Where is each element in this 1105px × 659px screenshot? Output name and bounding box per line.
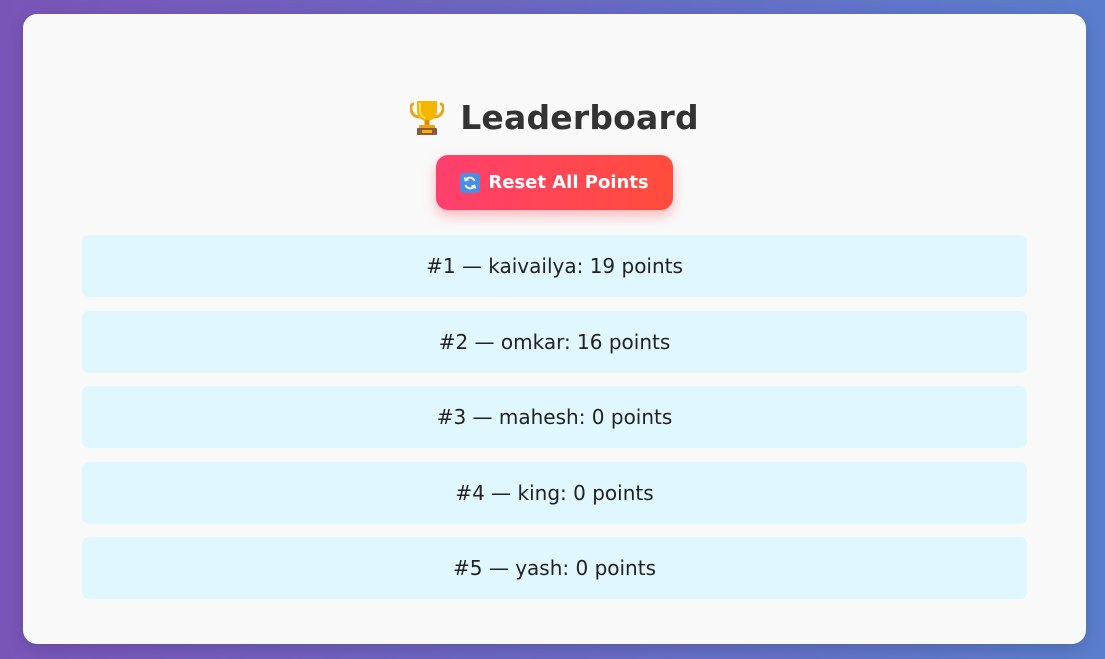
leaderboard-card: Leaderboard Reset All Points #1 — kaivai… bbox=[23, 14, 1086, 644]
leaderboard-row-1: #1 — kaivailya: 19 points bbox=[82, 235, 1027, 297]
refresh-icon bbox=[460, 172, 481, 193]
leaderboard-row-4: #4 — king: 0 points bbox=[82, 461, 1027, 524]
reset-button-label: Reset All Points bbox=[488, 172, 649, 193]
page-title: Leaderboard bbox=[460, 97, 699, 137]
leaderboard-row-2: #2 — omkar: 16 points bbox=[82, 310, 1027, 373]
leaderboard-row-3: #3 — mahesh: 0 points bbox=[82, 386, 1027, 448]
trophy-icon bbox=[409, 98, 445, 136]
leaderboard-row-5: #5 — yash: 0 points bbox=[82, 537, 1027, 599]
reset-all-points-button[interactable]: Reset All Points bbox=[436, 155, 673, 210]
leaderboard-list: #1 — kaivailya: 19 points #2 — omkar: 16… bbox=[82, 235, 1027, 613]
title-row: Leaderboard bbox=[23, 92, 1086, 142]
